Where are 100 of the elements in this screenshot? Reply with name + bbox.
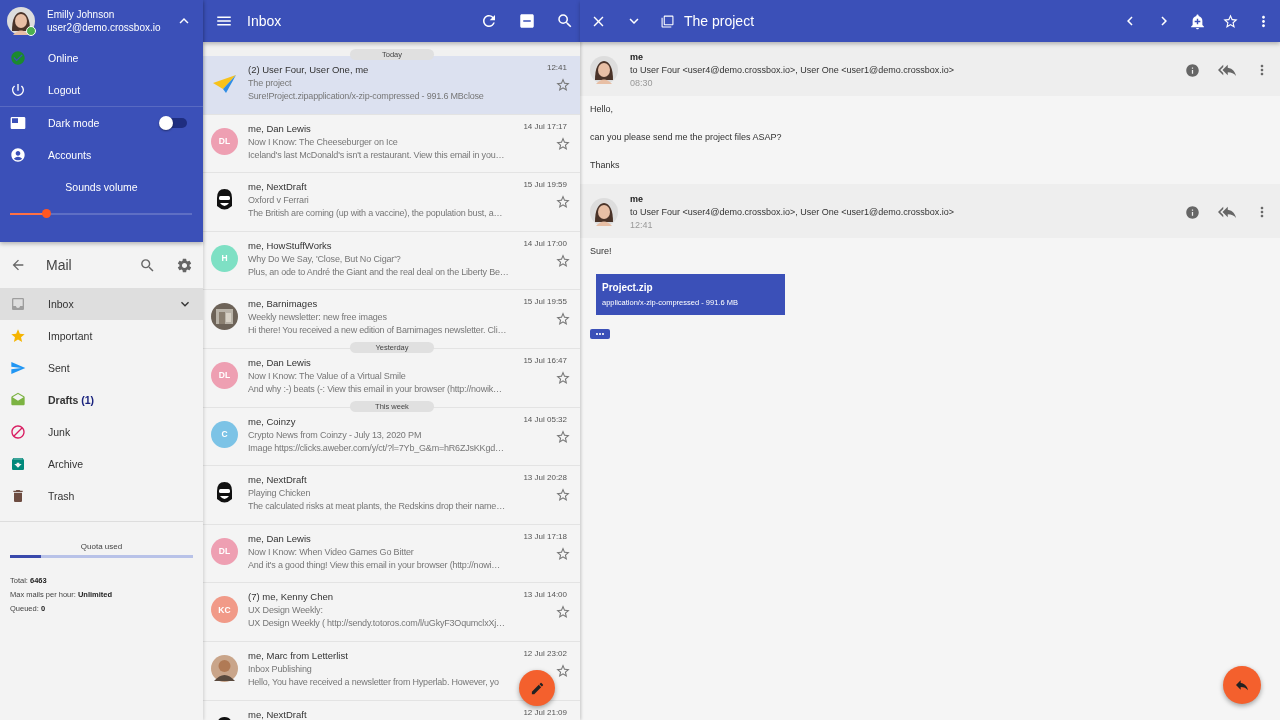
message-senders: me, NextDraft <box>248 708 308 720</box>
message-subject: Crypto News from Coinzy - July 13, 2020 PM <box>248 429 423 440</box>
message-preview: And it's a good thing! View this email in your browser (http://nowi… <box>248 559 502 570</box>
message-time: 14 Jul 17:17 <box>523 121 567 131</box>
info-icon[interactable] <box>1185 62 1200 78</box>
folder-label: Drafts (1) <box>48 394 96 406</box>
folder-item[interactable]: Inbox <box>0 288 203 320</box>
star-icon[interactable] <box>555 428 571 445</box>
power-icon <box>10 82 26 98</box>
message-row[interactable]: KC (7) me, Kenny Chen UX Design Weekly: UX Design Weekly ( http://sendy.totoros.com/l/uGkyF3OqumclxXj… 13 Jul 14:00 <box>203 583 580 642</box>
trash-icon <box>10 488 26 504</box>
message-senders: me, Marc from Letterlist <box>248 649 349 661</box>
mail-title: Mail <box>46 257 73 273</box>
folder-item[interactable]: Drafts (1) <box>0 384 203 416</box>
star-icon[interactable] <box>555 252 571 269</box>
message-subject: Inbox Publishing <box>248 663 313 674</box>
star-icon[interactable] <box>555 487 571 504</box>
menu-label: Accounts <box>48 149 93 161</box>
message-row[interactable]: me, Marc from Letterlist Inbox Publishing Hello, You have received a newsletter from Hyperlab. However, yo 12 Jul 23:02 <box>203 641 580 701</box>
star-icon[interactable] <box>555 135 571 152</box>
user-email: user2@demo.crossbox.io <box>47 22 162 33</box>
folder-item[interactable]: Trash <box>0 480 203 512</box>
folder-item[interactable]: Important <box>0 320 203 352</box>
message-preview: Sure!Project.zipapplication/x-zip-compressed - 991.6 MBclose <box>248 91 485 101</box>
star-icon[interactable] <box>555 604 571 621</box>
user-avatar <box>7 7 35 35</box>
message-text: Hello, <box>590 104 614 114</box>
sender-name: me <box>630 194 644 204</box>
star-icon[interactable] <box>555 369 571 386</box>
avatar: DL <box>211 537 238 565</box>
message-preview: Hello, You have received a newsletter from Hyperlab. However, yo <box>248 676 500 687</box>
folder-label: Inbox <box>48 298 75 310</box>
message-subject: Playing Chicken <box>248 488 312 499</box>
toggle-switch[interactable] <box>161 118 187 128</box>
thread-title: The project <box>684 13 756 29</box>
folder-item[interactable]: Archive <box>0 448 203 480</box>
folder-label: Sent <box>48 362 71 374</box>
menu-item[interactable]: Logout <box>0 74 203 106</box>
message-row[interactable]: DL me, Dan Lewis Now I Know: The Cheeseburger on Ice Iceland's last McDonald's isn't a restaurant. View this email in you… 14 Jul 17:17 <box>203 114 580 174</box>
star-icon[interactable] <box>555 311 571 328</box>
minus-box-icon[interactable] <box>518 12 536 30</box>
refresh-icon[interactable] <box>480 12 498 30</box>
message-subject: Oxford v Ferrari <box>248 195 310 206</box>
reply-button[interactable] <box>1223 666 1261 704</box>
person-avatar <box>211 654 238 682</box>
message-senders: (2) User Four, User One, me <box>248 64 370 75</box>
inbox-title: Inbox <box>247 13 283 29</box>
folder-item[interactable]: Sent <box>0 352 203 384</box>
avatar: DL <box>211 361 238 389</box>
message-row[interactable]: me, NextDraft Playing Chicken The calculated risks at meat plants, the Redskins drop their name… 13 Jul 20:28 <box>203 466 580 525</box>
copy-icon[interactable] <box>661 14 674 28</box>
message-preview: The British are coming (up with a vaccine), the population bust, a… <box>248 208 504 219</box>
message-senders: me, Dan Lewis <box>248 122 312 134</box>
message-time: 13 Jul 17:18 <box>523 531 567 541</box>
message-preview: And why :-) beats (-: View this email in your browser (http://nowik… <box>248 383 503 394</box>
message-subject: The project <box>248 78 293 88</box>
folder-item[interactable]: Junk <box>0 416 203 448</box>
recipients: to User Four <user4@demo.crossbox.io>, User One <user1@demo.crossbox.io> <box>630 65 955 75</box>
star-icon[interactable] <box>555 194 571 211</box>
message-preview: Plus, an ode to André the Giant and the real deal on the Liberty Be… <box>248 266 507 277</box>
star-icon[interactable] <box>555 662 571 679</box>
menu-item[interactable]: Online <box>0 42 203 74</box>
avatar: KC <box>211 596 238 624</box>
folder-label: Archive <box>48 458 84 470</box>
window-icon <box>10 115 26 131</box>
message-preview: The calculated risks at meat plants, the Redskins drop their name… <box>248 501 506 512</box>
more-button[interactable] <box>590 329 610 339</box>
message-preview: Hi there! You received a new edition of Barnimages newsletter. Cli… <box>248 325 507 336</box>
recipients: to User Four <user4@demo.crossbox.io>, User One <user1@demo.crossbox.io> <box>630 207 955 217</box>
menu-item[interactable]: Dark mode <box>0 107 203 139</box>
message-text: Sure! <box>590 246 613 256</box>
message-senders: me, NextDraft <box>248 474 308 486</box>
message-time: 15 Jul 19:59 <box>523 180 567 190</box>
star-icon[interactable] <box>1222 12 1239 30</box>
message-row[interactable]: H me, HowStuffWorks Why Do We Say, 'Close, But No Cigar'? Plus, an ode to André the Giant and the real deal on the Liberty Be… 14 Jul 17:00 <box>203 231 580 291</box>
settings-icon[interactable] <box>176 256 193 274</box>
message-row[interactable]: me, NextDraft Oxford v Ferrari The British are coming (up with a vaccine), the population bust, a… 15 Jul 19:59 <box>203 173 580 232</box>
info-icon[interactable] <box>1185 204 1200 220</box>
message-text: Thanks <box>590 160 621 170</box>
quota-label: Quota used <box>79 542 124 551</box>
message-time: 14 Jul 17:00 <box>523 238 567 248</box>
message-subject: Now I Know: The Cheeseburger on Ice <box>248 136 399 147</box>
search-icon[interactable] <box>556 12 574 30</box>
message-time: 15 Jul 16:47 <box>523 355 567 365</box>
message-senders: me, Dan Lewis <box>248 356 312 368</box>
message-preview: Iceland's last McDonald's isn't a restaurant. View this email in you… <box>248 149 506 160</box>
back-icon[interactable] <box>10 257 26 273</box>
add-alert-icon[interactable] <box>1189 12 1206 30</box>
folder-label: Junk <box>48 426 72 438</box>
search-icon[interactable] <box>139 256 156 274</box>
sender-avatar <box>590 56 618 84</box>
star-icon[interactable] <box>555 545 571 562</box>
message-row[interactable]: DL me, Dan Lewis Now I Know: When Video Games Go Bitter And it's a good thing! View this email in your browser (http://nowi… 13 Jul 17:18 <box>203 524 580 584</box>
menu-label: Logout <box>48 84 82 96</box>
message-text: can you please send me the project files ASAP? <box>590 132 783 142</box>
message-senders: me, Dan Lewis <box>248 532 312 544</box>
star-icon[interactable] <box>555 77 571 93</box>
inbox-icon <box>10 296 26 312</box>
attachment-name: Project.zip <box>602 282 654 293</box>
menu-item[interactable]: Accounts <box>0 139 203 171</box>
